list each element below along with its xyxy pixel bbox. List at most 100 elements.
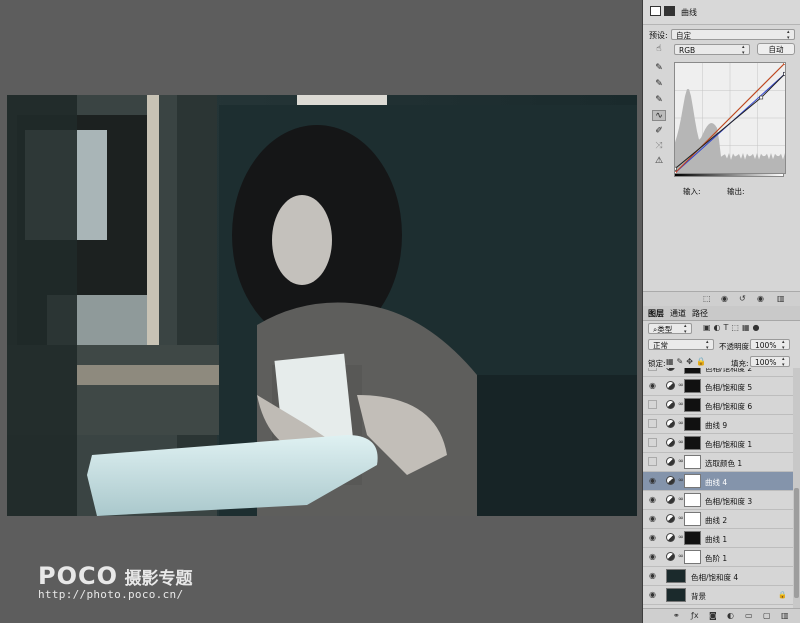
delete-layer-icon[interactable]: ▥ — [781, 611, 789, 620]
eye-icon[interactable]: ◉ — [648, 476, 657, 485]
new-group-icon[interactable]: ▭ — [745, 611, 753, 620]
mask-link-icon[interactable]: ∞ — [678, 438, 684, 446]
new-adjustment-icon[interactable]: ◐ — [727, 611, 734, 620]
opacity-input[interactable]: 100% — [750, 339, 790, 351]
curves-chart — [673, 61, 787, 175]
auto-button[interactable]: 自动 — [757, 43, 795, 55]
reset-icon[interactable]: ↺ — [739, 294, 746, 303]
layer-list: ∞ 色相/饱和度 2 ◉ ∞ 色相/饱和度 5 ∞ 色相/饱和度 6 ∞ 曲线 9 ∞ 色相/饱和度… — [643, 368, 793, 608]
eye-icon[interactable]: ◉ — [648, 381, 657, 390]
photo-illustration — [7, 95, 637, 516]
mask-link-icon[interactable]: ∞ — [678, 457, 684, 465]
curves-graph[interactable] — [673, 61, 787, 175]
channel-dropdown[interactable]: RGB — [674, 44, 750, 56]
layer-mask-thumbnail[interactable] — [684, 379, 701, 393]
layer-name: 背景 — [691, 592, 706, 601]
tab-paths[interactable]: 路径 — [692, 308, 708, 319]
hidden-eye-icon[interactable] — [648, 457, 657, 466]
layer-mask-thumbnail[interactable] — [684, 474, 701, 488]
layer-filter-dropdown[interactable]: ⌕类型 — [648, 323, 692, 335]
hidden-eye-icon[interactable] — [648, 438, 657, 447]
layer-style-icon[interactable]: ƒx — [691, 611, 699, 620]
eye-icon[interactable]: ◉ — [648, 533, 657, 542]
adjustment-layer-icon — [666, 457, 675, 466]
eye-icon[interactable]: ◉ — [648, 571, 657, 580]
add-mask-icon[interactable]: ◙ — [709, 611, 717, 620]
trash-icon[interactable]: ▥ — [777, 294, 785, 303]
layer-row[interactable]: ◉ ∞ 色阶 1 — [643, 548, 793, 567]
rgb-curve-point — [673, 166, 677, 171]
smooth-icon[interactable]: ⤨ — [652, 141, 666, 152]
mask-link-icon[interactable]: ∞ — [678, 381, 684, 389]
mask-icon[interactable] — [664, 6, 675, 16]
layer-row[interactable]: ∞ 色相/饱和度 1 — [643, 434, 793, 453]
layer-name: 曲线 9 — [705, 421, 728, 430]
properties-footer: ⬚ ◉ ↺ ◉ ▥ — [643, 291, 800, 306]
pencil-icon[interactable]: ✐ — [652, 126, 666, 137]
tab-channels[interactable]: 通道 — [670, 308, 686, 319]
eyedropper-black-icon[interactable]: ✎ — [652, 63, 666, 74]
layer-row[interactable]: ∞ 色相/饱和度 2 — [643, 368, 793, 377]
eyedropper-gray-icon[interactable]: ✎ — [652, 79, 666, 90]
layer-filter-icons[interactable]: ▣◐T⬚▦● — [703, 323, 763, 332]
mask-link-icon[interactable]: ∞ — [678, 514, 684, 522]
curve-point-icon[interactable]: ∿ — [652, 110, 666, 121]
layer-mask-thumbnail[interactable] — [684, 531, 701, 545]
layer-mask-thumbnail[interactable] — [684, 455, 701, 469]
rgb-curve-point — [783, 71, 787, 76]
blend-mode-dropdown[interactable]: 正常 — [648, 339, 714, 351]
layer-mask-thumbnail[interactable] — [684, 550, 701, 564]
eye-icon[interactable]: ◉ — [648, 552, 657, 561]
new-layer-icon[interactable]: ▢ — [763, 611, 771, 620]
mask-link-icon[interactable]: ∞ — [678, 476, 684, 484]
layer-name: 色相/饱和度 1 — [705, 440, 753, 449]
lock-options-icons[interactable]: ▦✎✥🔒 — [666, 357, 709, 366]
mask-link-icon[interactable]: ∞ — [678, 495, 684, 503]
layer-mask-thumbnail[interactable] — [684, 436, 701, 450]
mask-link-icon[interactable]: ∞ — [678, 533, 684, 541]
preset-dropdown[interactable]: 自定 — [671, 29, 795, 41]
layer-mask-thumbnail[interactable] — [684, 368, 701, 374]
layer-mask-thumbnail[interactable] — [684, 398, 701, 412]
link-layers-icon[interactable]: ⚭ — [673, 611, 680, 620]
hidden-eye-icon[interactable] — [648, 400, 657, 409]
layer-row[interactable]: ◉ ∞ 曲线 1 — [643, 529, 793, 548]
hand-target-icon[interactable]: ☝ — [652, 44, 666, 55]
layer-row[interactable]: ◉ ∞ 色相/饱和度 3 — [643, 491, 793, 510]
layer-name: 色相/饱和度 5 — [705, 383, 753, 392]
eye-icon[interactable]: ◉ — [648, 495, 657, 504]
mask-link-icon[interactable]: ∞ — [678, 552, 684, 560]
eyedropper-white-icon[interactable]: ✎ — [652, 95, 666, 106]
layers-scrollbar[interactable] — [793, 368, 800, 608]
layer-row[interactable]: ◉ ∞ 色相/饱和度 5 — [643, 377, 793, 396]
layer-row[interactable]: ◉ 色相/饱和度 4 — [643, 567, 793, 586]
layer-mask-thumbnail[interactable] — [684, 417, 701, 431]
hidden-eye-icon[interactable] — [648, 368, 657, 371]
layer-mask-thumbnail[interactable] — [684, 512, 701, 526]
layer-row[interactable]: ◉ ∞ 曲线 2 — [643, 510, 793, 529]
adjustment-layer-icon — [666, 495, 675, 504]
layer-row[interactable]: ◉ ∞ 曲线 4 — [643, 472, 793, 491]
properties-panel: 曲线 预设: 自定 ☝ RGB 自动 ✎ ✎ ✎ ∿ ✐ ⤨ ⚠ 输入: 输出:… — [642, 0, 800, 306]
document-canvas[interactable]: POCO 摄影专题 http://photo.poco.cn/ — [0, 0, 640, 623]
layer-row[interactable]: ∞ 色相/饱和度 6 — [643, 396, 793, 415]
photo-image[interactable] — [7, 95, 637, 516]
fill-input[interactable]: 100% — [750, 356, 790, 368]
layer-row[interactable]: ∞ 曲线 9 — [643, 415, 793, 434]
layer-mask-thumbnail[interactable] — [684, 493, 701, 507]
mask-link-icon[interactable]: ∞ — [678, 419, 684, 427]
layer-row[interactable]: ∞ 选取颜色 1 — [643, 453, 793, 472]
visibility-icon[interactable]: ◉ — [757, 294, 764, 303]
mask-link-icon[interactable]: ∞ — [678, 400, 684, 408]
eye-icon[interactable]: ◉ — [648, 590, 657, 599]
mask-link-icon[interactable]: ∞ — [678, 368, 684, 370]
layers-scroll-thumb[interactable] — [794, 488, 799, 598]
hidden-eye-icon[interactable] — [648, 419, 657, 428]
eye-icon[interactable]: ◉ — [648, 514, 657, 523]
red-curve-point — [783, 61, 787, 65]
tab-layers[interactable]: 图层 — [648, 308, 664, 319]
clipping-warning-icon[interactable]: ⚠ — [652, 156, 666, 167]
layer-row[interactable]: ◉ 背景 🔒 — [643, 586, 793, 605]
clip-to-layer-icon[interactable]: ⬚ — [703, 294, 711, 303]
view-previous-icon[interactable]: ◉ — [721, 294, 728, 303]
